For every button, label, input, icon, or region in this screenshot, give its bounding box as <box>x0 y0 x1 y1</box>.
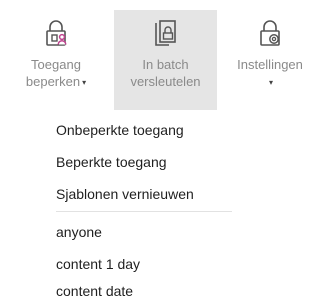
menu-item-template-anyone[interactable]: anyone <box>56 220 102 244</box>
menu-item-unrestricted-access[interactable]: Onbeperkte toegang <box>56 118 184 142</box>
restrict-access-dropdown-menu: Onbeperkte toegang Beperkte toegang Sjab… <box>44 114 244 303</box>
menu-item-refresh-templates[interactable]: Sjablonen vernieuwen <box>56 182 194 206</box>
ribbon-toolbar: Toegang beperken ▾ In batch versleutelen … <box>0 0 321 110</box>
batch-encrypt-button[interactable]: In batch versleutelen <box>114 10 217 110</box>
settings-caret: ▾ <box>267 73 273 92</box>
chevron-down-icon: ▾ <box>268 78 273 87</box>
restrict-access-label-line1: Toegang <box>31 57 81 72</box>
batch-encrypt-label-line2: versleutelen <box>130 74 201 89</box>
settings-label: Instellingen <box>237 57 303 72</box>
lock-gear-icon <box>257 10 283 56</box>
restrict-access-button[interactable]: Toegang beperken ▾ <box>0 10 112 110</box>
menu-item-restricted-access[interactable]: Beperkte toegang <box>56 150 167 174</box>
settings-button[interactable]: Instellingen ▾ <box>219 10 321 110</box>
chevron-down-icon: ▾ <box>82 78 87 87</box>
menu-item-template-content-1-day[interactable]: content 1 day <box>56 252 140 276</box>
menu-item-template-content-date[interactable]: content date <box>56 279 133 303</box>
restrict-access-label-line2: beperken ▾ <box>25 74 87 89</box>
lock-user-icon <box>43 10 69 56</box>
batch-lock-icon <box>153 10 179 56</box>
batch-encrypt-label-line1: In batch <box>142 57 189 72</box>
menu-divider <box>56 211 232 212</box>
